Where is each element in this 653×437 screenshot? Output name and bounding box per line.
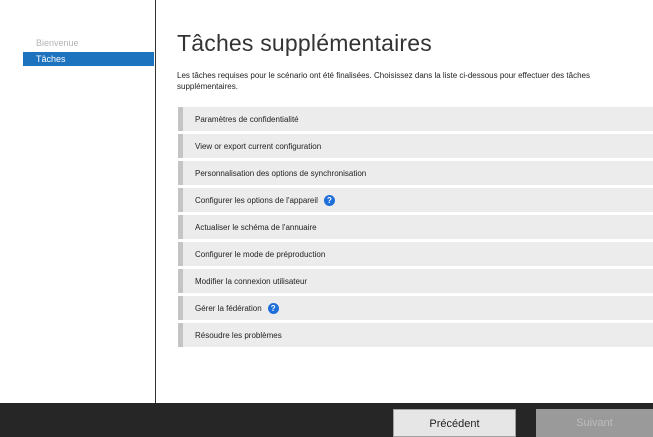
task-label: View or export current configuration xyxy=(195,141,322,151)
task-label: Gérer la fédération xyxy=(195,303,262,313)
task-label: Actualiser le schéma de l'annuaire xyxy=(195,222,317,232)
task-troubleshoot[interactable]: Résoudre les problèmes xyxy=(178,323,653,347)
help-icon[interactable]: ? xyxy=(267,302,279,314)
sidebar: Bienvenue Tâches xyxy=(0,0,156,403)
task-label: Modifier la connexion utilisateur xyxy=(195,276,308,286)
footer-bar: Précédent Suivant xyxy=(0,403,653,437)
previous-button[interactable]: Précédent xyxy=(393,409,516,437)
task-user-signin[interactable]: Modifier la connexion utilisateur xyxy=(178,269,653,293)
task-manage-federation[interactable]: Gérer la fédération ? xyxy=(178,296,653,320)
task-label: Personnalisation des options de synchron… xyxy=(195,168,367,178)
page-description: Les tâches requises pour le scénario ont… xyxy=(177,71,590,91)
task-label: Configurer les options de l'appareil xyxy=(195,195,318,205)
task-list: Paramètres de confidentialité View or ex… xyxy=(178,107,653,350)
task-label: Configurer le mode de préproduction xyxy=(195,249,326,259)
task-privacy-settings[interactable]: Paramètres de confidentialité xyxy=(178,107,653,131)
task-staging-mode[interactable]: Configurer le mode de préproduction xyxy=(178,242,653,266)
next-button[interactable]: Suivant xyxy=(536,409,653,437)
task-label: Résoudre les problèmes xyxy=(195,330,282,340)
task-device-options[interactable]: Configurer les options de l'appareil ? xyxy=(178,188,653,212)
app-window: Bienvenue Tâches Tâches supplémentaires … xyxy=(0,0,653,437)
page-title: Tâches supplémentaires xyxy=(177,30,432,56)
sidebar-item-bienvenue[interactable]: Bienvenue xyxy=(23,36,154,50)
task-view-export-config[interactable]: View or export current configuration xyxy=(178,134,653,158)
task-sync-options[interactable]: Personnalisation des options de synchron… xyxy=(178,161,653,185)
help-icon[interactable]: ? xyxy=(323,194,335,206)
task-label: Paramètres de confidentialité xyxy=(195,114,299,124)
main-content: Tâches supplémentaires Les tâches requis… xyxy=(177,0,653,403)
task-refresh-schema[interactable]: Actualiser le schéma de l'annuaire xyxy=(178,215,653,239)
sidebar-item-taches[interactable]: Tâches xyxy=(23,52,154,66)
